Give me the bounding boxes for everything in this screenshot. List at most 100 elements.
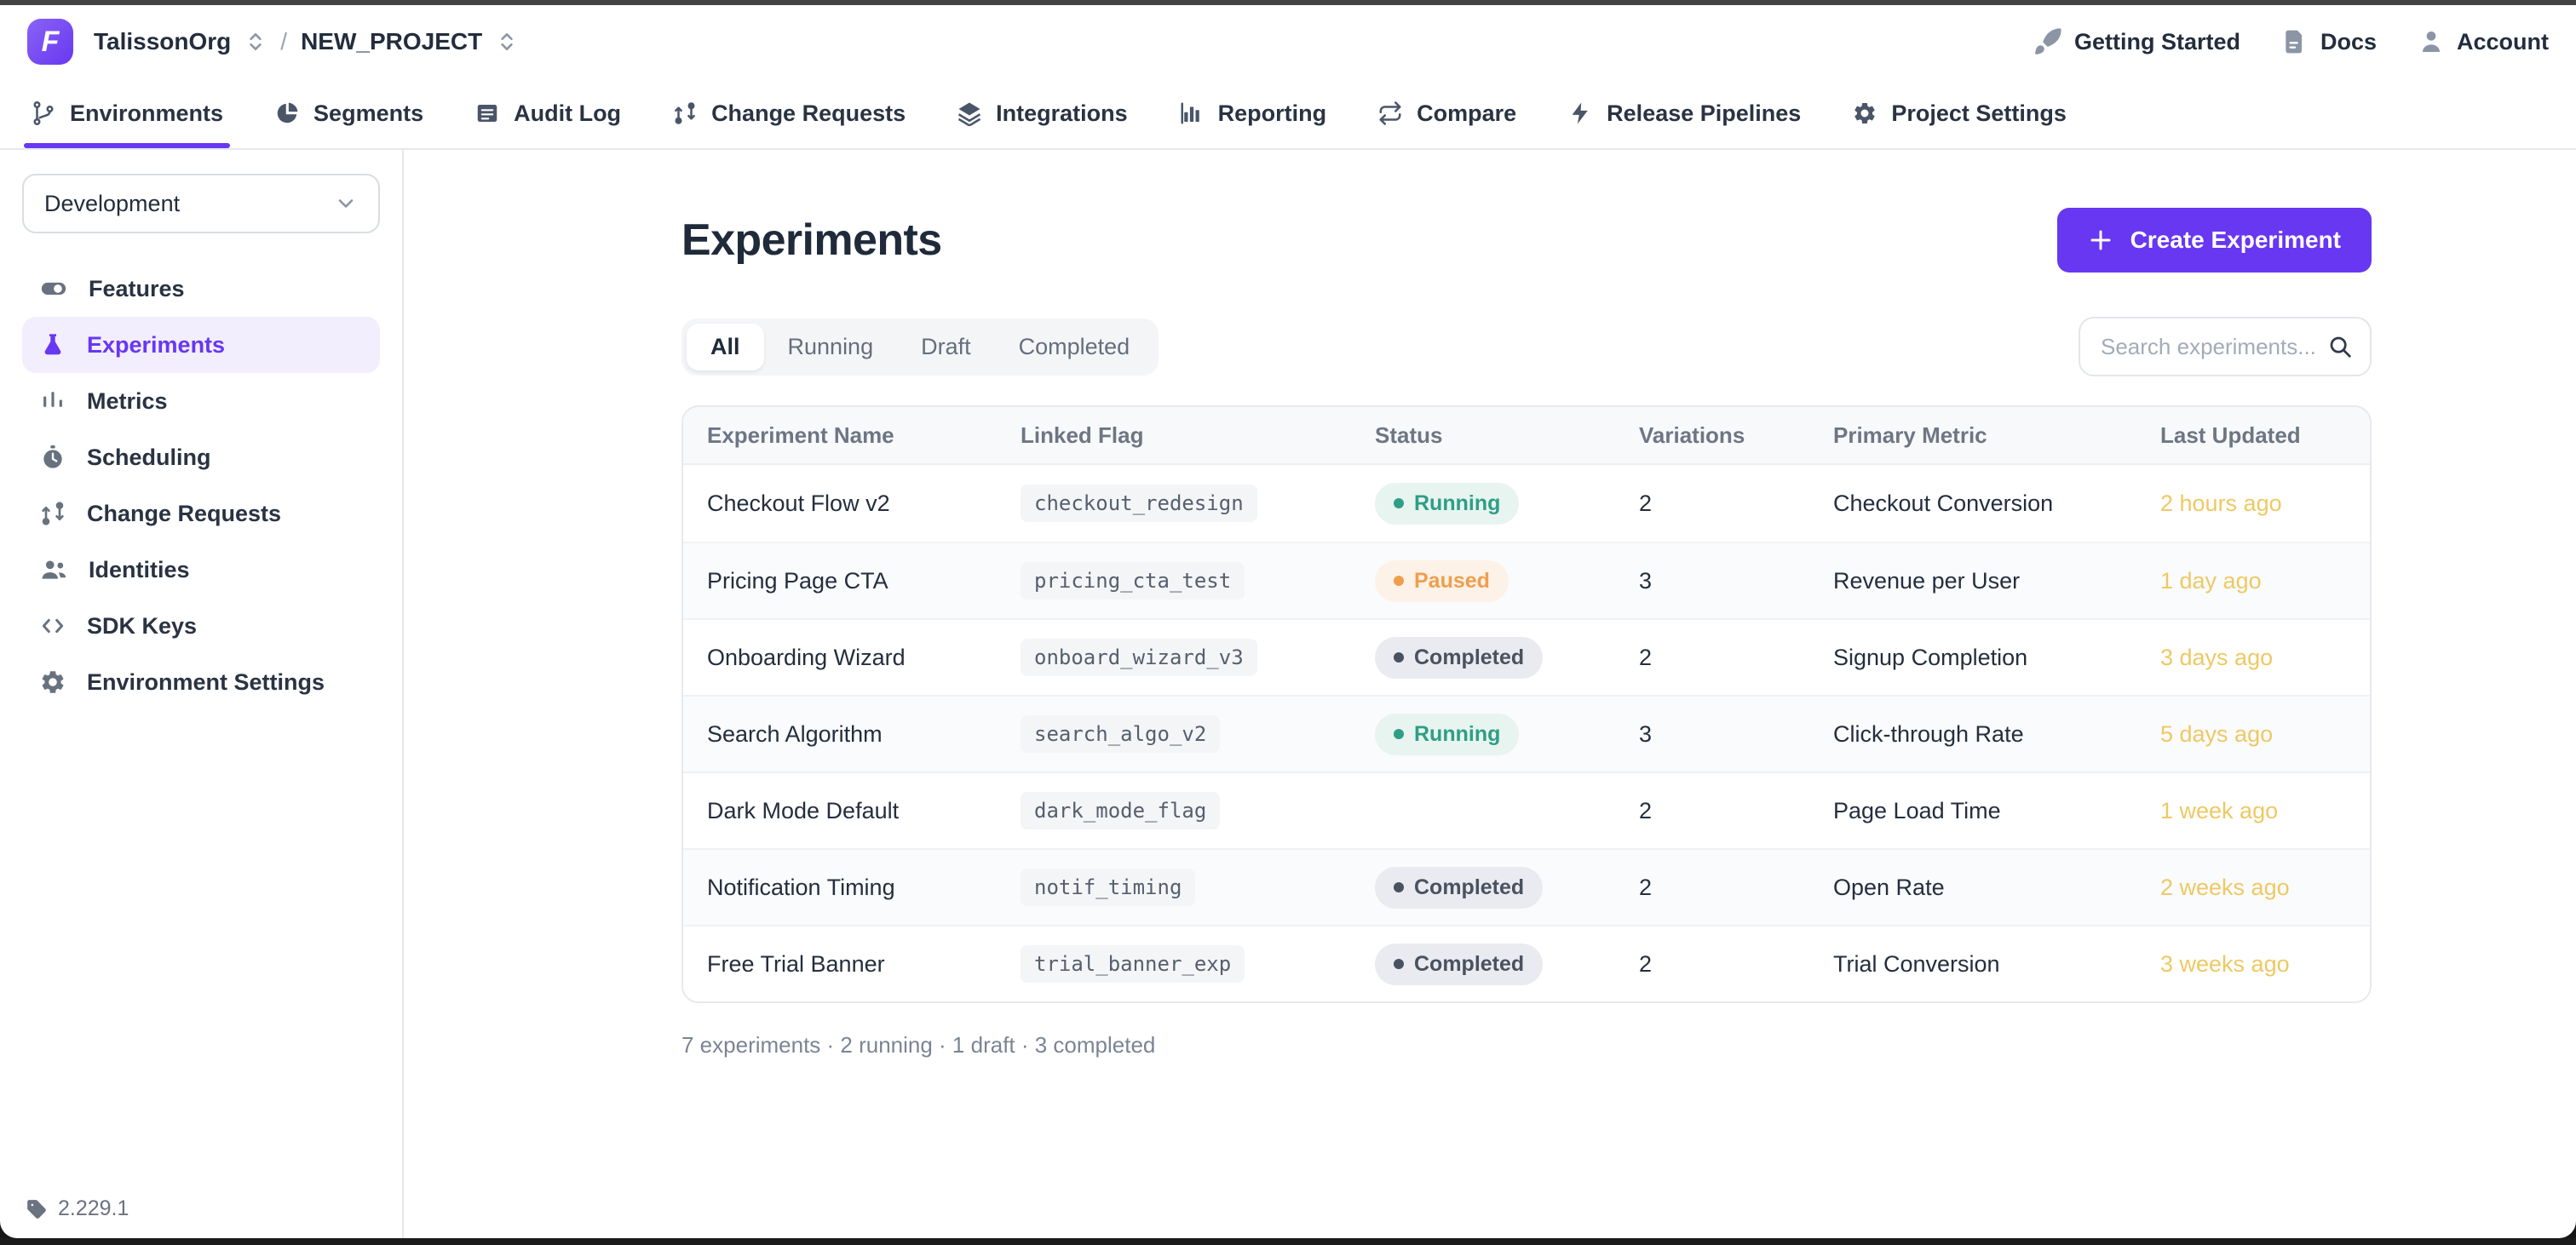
experiment-name: Free Trial Banner bbox=[683, 951, 997, 978]
last-updated: 1 week ago bbox=[2136, 798, 2370, 824]
last-updated: 2 weeks ago bbox=[2136, 875, 2370, 901]
tab-audit-log[interactable]: Audit Log bbox=[474, 78, 621, 148]
metrics-bars-icon bbox=[39, 387, 66, 415]
tab-integrations[interactable]: Integrations bbox=[957, 78, 1128, 148]
linked-flag: trial_banner_exp bbox=[1021, 945, 1245, 983]
sidebar-item-sdk-keys[interactable]: SDK Keys bbox=[22, 598, 380, 654]
variations-count: 2 bbox=[1615, 875, 1809, 901]
lightning-icon bbox=[1567, 100, 1593, 126]
tab-reporting[interactable]: Reporting bbox=[1179, 78, 1327, 148]
variations-count: 2 bbox=[1615, 951, 1809, 978]
tab-change-requests[interactable]: Change Requests bbox=[672, 78, 906, 148]
column-header-experiment-name: Experiment Name bbox=[683, 422, 997, 449]
tab-release-pipelines[interactable]: Release Pipelines bbox=[1567, 78, 1801, 148]
breadcrumb: F TalissonOrg / NEW_PROJECT bbox=[27, 19, 532, 65]
variations-count: 2 bbox=[1615, 645, 1809, 671]
sidebar-item-identities[interactable]: Identities bbox=[22, 542, 380, 598]
sidebar-item-environment-settings[interactable]: Environment Settings bbox=[22, 654, 380, 710]
experiment-name: Onboarding Wizard bbox=[683, 645, 997, 671]
tag-icon bbox=[26, 1198, 48, 1220]
person-icon bbox=[2418, 28, 2445, 55]
table-body: Checkout Flow v2 checkout_redesign Runni… bbox=[683, 465, 2370, 1001]
list-icon bbox=[474, 100, 500, 126]
filter-tab-all[interactable]: All bbox=[687, 324, 764, 370]
gear-icon bbox=[1852, 100, 1877, 126]
variations-count: 2 bbox=[1615, 491, 1809, 517]
experiment-name: Checkout Flow v2 bbox=[683, 491, 997, 517]
tab-project-settings[interactable]: Project Settings bbox=[1852, 78, 2067, 148]
app-window: F TalissonOrg / NEW_PROJECT Getting Star… bbox=[0, 5, 2576, 1238]
org-name[interactable]: TalissonOrg bbox=[94, 28, 231, 55]
window-bottom-edge bbox=[0, 1238, 2576, 1245]
docs-link[interactable]: Docs bbox=[2281, 28, 2377, 55]
rocket-icon bbox=[2033, 27, 2062, 56]
status-badge: Completed bbox=[1375, 944, 1543, 985]
code-icon bbox=[39, 612, 66, 640]
status-dot-icon bbox=[1394, 576, 1404, 586]
table-row[interactable]: Dark Mode Default dark_mode_flag 2 Page … bbox=[683, 772, 2370, 848]
tab-compare[interactable]: Compare bbox=[1377, 78, 1516, 148]
sidebar-item-experiments[interactable]: Experiments bbox=[22, 317, 380, 373]
status-badge: Paused bbox=[1375, 560, 1509, 602]
project-name[interactable]: NEW_PROJECT bbox=[301, 28, 482, 55]
column-header-variations: Variations bbox=[1615, 422, 1809, 449]
account-link[interactable]: Account bbox=[2418, 28, 2549, 55]
flask-icon bbox=[39, 331, 66, 359]
toggle-icon bbox=[39, 274, 68, 303]
table-row[interactable]: Search Algorithm search_algo_v2 Running … bbox=[683, 695, 2370, 772]
sidebar-item-scheduling[interactable]: Scheduling bbox=[22, 429, 380, 485]
environment-selector[interactable]: Development bbox=[22, 174, 380, 233]
status-badge: Running bbox=[1375, 714, 1519, 755]
last-updated: 3 days ago bbox=[2136, 645, 2370, 671]
users-icon bbox=[39, 555, 68, 584]
layers-icon bbox=[957, 100, 982, 126]
table-row[interactable]: Notification Timing notif_timing Complet… bbox=[683, 848, 2370, 925]
sidebar-item-metrics[interactable]: Metrics bbox=[22, 373, 380, 429]
tab-environments[interactable]: Environments bbox=[31, 78, 223, 148]
experiment-name: Search Algorithm bbox=[683, 721, 997, 748]
experiments-table: Experiment Name Linked Flag Status Varia… bbox=[681, 405, 2372, 1003]
table-row[interactable]: Free Trial Banner trial_banner_exp Compl… bbox=[683, 925, 2370, 1001]
column-header-last-updated: Last Updated bbox=[2136, 422, 2370, 449]
primary-metric: Open Rate bbox=[1809, 875, 2136, 901]
create-experiment-button[interactable]: Create Experiment bbox=[2057, 208, 2372, 273]
status-dot-icon bbox=[1394, 498, 1404, 508]
linked-flag: pricing_cta_test bbox=[1021, 562, 1245, 600]
filter-tab-draft[interactable]: Draft bbox=[897, 324, 995, 370]
chevron-down-icon bbox=[334, 192, 358, 215]
sidebar-item-features[interactable]: Features bbox=[22, 261, 380, 317]
document-icon bbox=[2281, 28, 2309, 55]
git-branch-icon bbox=[31, 100, 56, 126]
filter-tab-running[interactable]: Running bbox=[764, 324, 898, 370]
experiment-name: Dark Mode Default bbox=[683, 798, 997, 824]
org-switcher-chevrons-icon[interactable] bbox=[244, 31, 267, 53]
last-updated: 1 day ago bbox=[2136, 568, 2370, 594]
linked-flag: dark_mode_flag bbox=[1021, 792, 1220, 829]
last-updated: 2 hours ago bbox=[2136, 491, 2370, 517]
tab-segments[interactable]: Segments bbox=[274, 78, 423, 148]
gear-icon bbox=[39, 668, 66, 696]
column-header-linked-flag: Linked Flag bbox=[997, 422, 1351, 449]
pie-chart-icon bbox=[274, 100, 300, 126]
status-dot-icon bbox=[1394, 729, 1404, 739]
status-dot-icon bbox=[1394, 652, 1404, 663]
bar-chart-icon bbox=[1179, 100, 1205, 126]
getting-started-link[interactable]: Getting Started bbox=[2033, 27, 2240, 56]
search-icon[interactable] bbox=[2327, 334, 2353, 359]
topbar: F TalissonOrg / NEW_PROJECT Getting Star… bbox=[0, 5, 2576, 78]
flagsmith-logo-icon[interactable]: F bbox=[27, 19, 73, 65]
screen: F TalissonOrg / NEW_PROJECT Getting Star… bbox=[0, 0, 2576, 1245]
column-header-status: Status bbox=[1351, 422, 1615, 449]
table-row[interactable]: Onboarding Wizard onboard_wizard_v3 Comp… bbox=[683, 618, 2370, 695]
sidebar-item-change-requests[interactable]: Change Requests bbox=[22, 485, 380, 542]
compare-arrows-icon bbox=[1377, 100, 1403, 126]
search-input[interactable] bbox=[2101, 334, 2317, 360]
filter-tab-completed[interactable]: Completed bbox=[995, 324, 1154, 370]
table-row[interactable]: Pricing Page CTA pricing_cta_test Paused… bbox=[683, 542, 2370, 618]
status-filter-tabs: All Running Draft Completed bbox=[681, 318, 1159, 376]
table-row[interactable]: Checkout Flow v2 checkout_redesign Runni… bbox=[683, 465, 2370, 542]
environment-sidebar: Development Features Experiments Metrics bbox=[0, 150, 404, 1238]
status-badge: Completed bbox=[1375, 637, 1543, 679]
stopwatch-icon bbox=[39, 444, 66, 471]
project-switcher-chevrons-icon[interactable] bbox=[496, 31, 518, 53]
